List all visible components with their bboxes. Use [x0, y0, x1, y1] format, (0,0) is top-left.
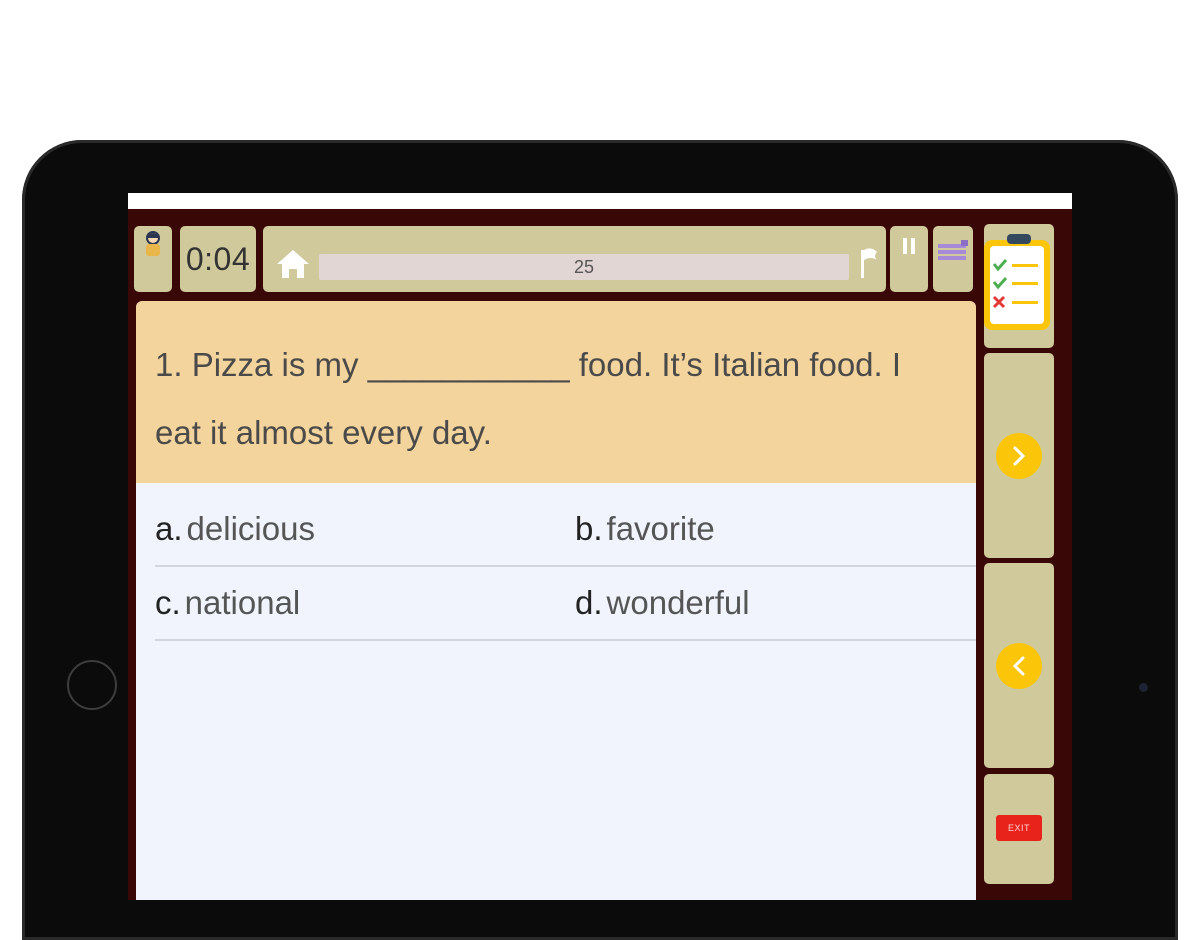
answer-text: favorite — [606, 510, 715, 547]
tablet-home-button — [67, 660, 117, 710]
answer-letter: a. — [155, 510, 183, 547]
question-text: 1. Pizza is my ___________ food. It’s It… — [155, 346, 902, 451]
next-button[interactable] — [996, 433, 1042, 479]
flag-icon — [861, 248, 877, 278]
pause-icon — [903, 238, 915, 254]
answer-letter: c. — [155, 584, 181, 621]
progress-track: 25 — [319, 254, 849, 280]
answer-text: national — [184, 584, 301, 621]
previous-button[interactable] — [996, 643, 1042, 689]
answer-sheet-button[interactable] — [984, 224, 1054, 348]
answer-letter: b. — [575, 510, 603, 547]
progress-label: 25 — [573, 256, 595, 277]
answer-option-a[interactable]: a. delicious — [155, 493, 315, 565]
chevron-left-icon — [1012, 656, 1025, 676]
timer-display: 0:04 — [180, 226, 256, 292]
timer-text: 0:04 — [185, 240, 251, 277]
answer-text: wonderful — [606, 584, 750, 621]
tablet-camera — [1139, 683, 1148, 692]
chevron-right-icon — [1013, 446, 1026, 466]
home-icon[interactable] — [275, 248, 311, 280]
app-screen: 0:04 25 EXIT 1. Pizza is my ___________ … — [128, 193, 1072, 900]
answer-letter: d. — [575, 584, 603, 621]
answer-option-c[interactable]: c. national — [155, 567, 300, 639]
next-question-panel — [984, 353, 1054, 558]
answer-option-d[interactable]: d. wonderful — [575, 567, 750, 639]
checklist-icon — [984, 234, 1050, 330]
pause-button[interactable] — [890, 226, 928, 292]
exit-panel: EXIT — [984, 774, 1054, 884]
avatar-button[interactable] — [134, 226, 172, 292]
menu-icon — [938, 240, 968, 260]
menu-button[interactable] — [933, 226, 973, 292]
progress-bar-panel: 25 — [263, 226, 886, 292]
answer-row: c. national d. wonderful — [155, 567, 976, 641]
exit-button[interactable]: EXIT — [996, 815, 1042, 841]
answer-row: a. delicious b. favorite — [155, 493, 976, 567]
avatar-icon — [146, 231, 160, 256]
status-strip — [128, 193, 1072, 209]
answer-option-b[interactable]: b. favorite — [575, 493, 715, 565]
answers-panel: a. delicious b. favorite c. national d. … — [136, 483, 976, 900]
question-panel: 1. Pizza is my ___________ food. It’s It… — [136, 301, 976, 483]
answer-text: delicious — [186, 510, 315, 547]
previous-question-panel — [984, 563, 1054, 768]
